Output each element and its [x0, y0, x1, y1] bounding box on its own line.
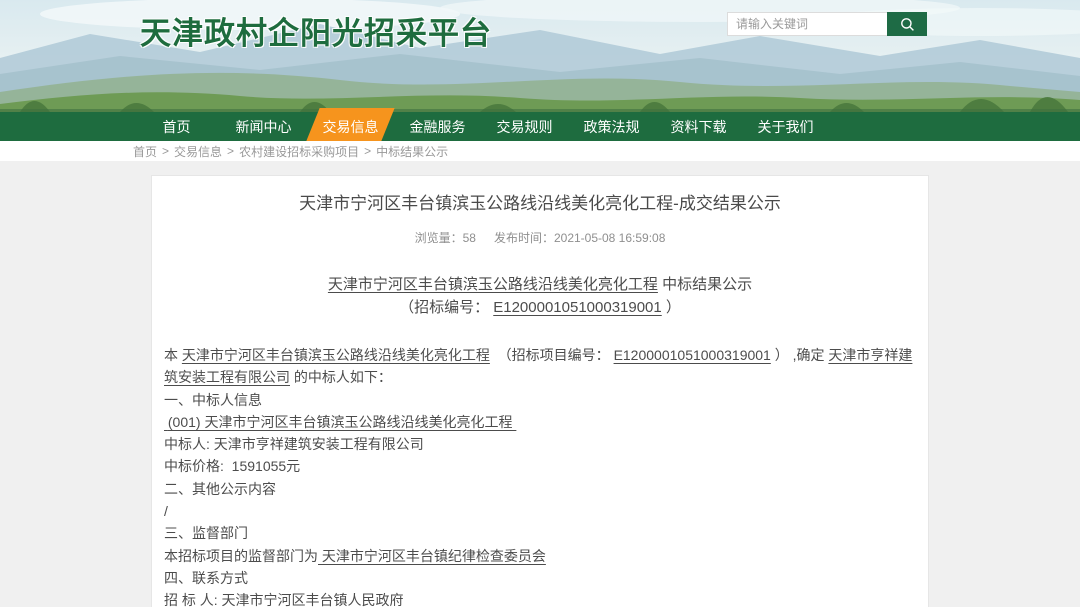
article-meta: 浏览量：58 发布时间：2021-05-08 16:59:08: [164, 229, 916, 246]
site-title: 天津政村企阳光招采平台: [140, 8, 492, 53]
body-line: /: [164, 500, 916, 522]
plain-text: （招标项目编号：: [490, 347, 614, 363]
plain-text: 本招标项目的监督部门为: [164, 548, 318, 564]
breadcrumb-separator: >: [162, 144, 169, 158]
nav-item-label: 新闻中心: [236, 117, 292, 137]
publish-time: 2021-05-08 16:59:08: [554, 231, 665, 245]
views-label: 浏览量：: [415, 231, 463, 245]
plain-text: 四、联系方式: [164, 570, 248, 586]
nav-item-label: 资料下载: [671, 117, 727, 137]
plain-text: 中标人: 天津市亨祥建筑安装工程有限公司: [164, 436, 424, 452]
search-icon: [900, 17, 915, 32]
nav-item-label: 交易信息: [323, 117, 379, 137]
plain-text: （招标编号：: [399, 299, 493, 316]
underlined-text: 天津市宁河区丰台镇滨玉公路线沿线美化亮化工程: [182, 347, 490, 363]
plain-text: 一、中标人信息: [164, 392, 262, 408]
nav-item-0[interactable]: 首页: [133, 112, 220, 141]
search-input[interactable]: [727, 12, 887, 36]
body-line: 本 天津市宁河区丰台镇滨玉公路线沿线美化亮化工程 （招标项目编号： E12000…: [164, 344, 916, 389]
article-subtitle: 天津市宁河区丰台镇滨玉公路线沿线美化亮化工程 中标结果公示（招标编号： E120…: [164, 273, 916, 319]
nav-item-label: 首页: [163, 117, 191, 137]
body-line: 四、联系方式: [164, 567, 916, 589]
body-line: 中标价格: 1591055元: [164, 455, 916, 477]
nav-item-7[interactable]: 关于我们: [742, 112, 829, 141]
underlined-text: (001) 天津市宁河区丰台镇滨玉公路线沿线美化亮化工程: [164, 414, 516, 430]
plain-text: 招 标 人: 天津市宁河区丰台镇人民政府: [164, 592, 404, 607]
plain-text: 本: [164, 347, 182, 363]
site-banner: 天津政村企阳光招采平台: [0, 0, 1080, 112]
nav-item-2[interactable]: 交易信息: [307, 112, 394, 141]
views-value: 58: [463, 231, 476, 245]
body-line: 招 标 人: 天津市宁河区丰台镇人民政府: [164, 589, 916, 607]
plain-text: ）: [662, 299, 681, 316]
body-line: 本招标项目的监督部门为 天津市宁河区丰台镇纪律检查委员会: [164, 545, 916, 567]
content-area: 天津市宁河区丰台镇滨玉公路线沿线美化亮化工程-成交结果公示 浏览量：58 发布时间…: [0, 161, 1080, 607]
nav-item-4[interactable]: 交易规则: [481, 112, 568, 141]
article-title: 天津市宁河区丰台镇滨玉公路线沿线美化亮化工程-成交结果公示: [164, 189, 916, 214]
underlined-text: E1200001051000319001: [493, 299, 662, 316]
plain-text: 二、其他公示内容: [164, 481, 276, 497]
nav-item-6[interactable]: 资料下载: [655, 112, 742, 141]
breadcrumb-item-2[interactable]: 农村建设招标采购项目: [239, 143, 359, 160]
breadcrumb-item-1[interactable]: 交易信息: [174, 143, 222, 160]
plain-text: 的中标人如下：: [290, 369, 392, 385]
subtitle-line: （招标编号： E1200001051000319001 ）: [164, 296, 916, 319]
publish-label: 发布时间：: [494, 231, 554, 245]
underlined-text: 天津市宁河区丰台镇滨玉公路线沿线美化亮化工程: [328, 276, 658, 293]
breadcrumb-separator: >: [364, 144, 371, 158]
main-nav: 首页 新闻中心 交易信息 金融服务 交易规则 政策法规 资料下载 关于我们: [0, 112, 1080, 141]
nav-item-label: 金融服务: [410, 117, 466, 137]
body-line: 三、监督部门: [164, 522, 916, 544]
article-card: 天津市宁河区丰台镇滨玉公路线沿线美化亮化工程-成交结果公示 浏览量：58 发布时间…: [151, 175, 929, 607]
nav-item-5[interactable]: 政策法规: [568, 112, 655, 141]
breadcrumb-item-0[interactable]: 首页: [133, 143, 157, 160]
nav-item-label: 关于我们: [758, 117, 814, 137]
underlined-text: E1200001051000319001: [614, 347, 771, 363]
subtitle-line: 天津市宁河区丰台镇滨玉公路线沿线美化亮化工程 中标结果公示: [164, 273, 916, 296]
plain-text: ） ,确定: [771, 347, 829, 363]
nav-item-1[interactable]: 新闻中心: [220, 112, 307, 141]
plain-text: 三、监督部门: [164, 525, 248, 541]
nav-item-3[interactable]: 金融服务: [394, 112, 481, 141]
search-bar: [727, 12, 927, 36]
body-line: 一、中标人信息: [164, 389, 916, 411]
plain-text: /: [164, 503, 168, 519]
body-line: 二、其他公示内容: [164, 478, 916, 500]
nav-item-label: 交易规则: [497, 117, 553, 137]
breadcrumb-separator: >: [227, 144, 234, 158]
body-line: 中标人: 天津市亨祥建筑安装工程有限公司: [164, 433, 916, 455]
breadcrumb-item-3[interactable]: 中标结果公示: [376, 143, 448, 160]
plain-text: 中标价格: 1591055元: [164, 458, 300, 474]
plain-text: 中标结果公示: [658, 276, 752, 293]
search-button[interactable]: [887, 12, 927, 36]
underlined-text: 天津市宁河区丰台镇纪律检查委员会: [318, 548, 546, 564]
body-line: (001) 天津市宁河区丰台镇滨玉公路线沿线美化亮化工程: [164, 411, 916, 433]
nav-item-label: 政策法规: [584, 117, 640, 137]
breadcrumb: 首页 > 交易信息 > 农村建设招标采购项目 > 中标结果公示: [0, 141, 1080, 161]
article-body: 本 天津市宁河区丰台镇滨玉公路线沿线美化亮化工程 （招标项目编号： E12000…: [164, 344, 916, 607]
